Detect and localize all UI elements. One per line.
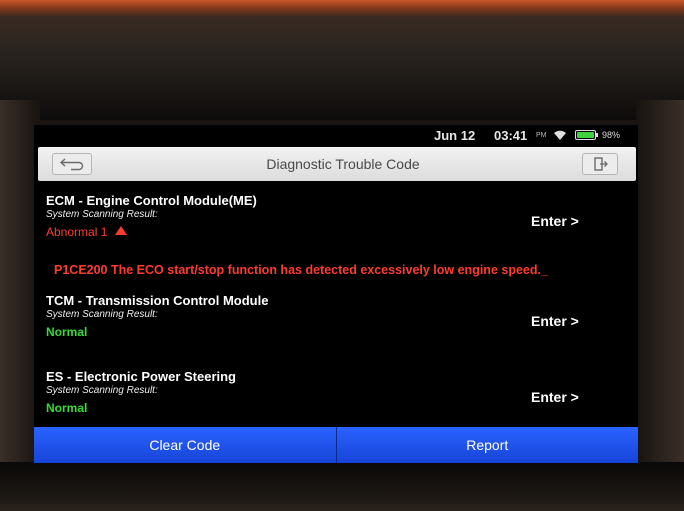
module-name: ECM - Engine Control Module(ME) (46, 193, 257, 208)
enter-button-ecm[interactable]: Enter > (531, 213, 579, 229)
warning-triangle-icon (115, 226, 128, 235)
wifi-icon (554, 130, 566, 140)
module-ecm: ECM - Engine Control Module(ME) System S… (46, 193, 636, 239)
battery-percent: 98% (602, 130, 621, 140)
status-ampm: PM (536, 132, 547, 139)
module-name: ES - Electronic Power Steering (46, 369, 236, 384)
module-tcm: TCM - Transmission Control Module System… (46, 293, 636, 339)
device-frame-top (0, 0, 684, 120)
tablet-screen: Jun 12 03:41 PM 98% Diagnostic Trouble C… (34, 125, 638, 463)
module-status-text: Abnormal 1 (46, 225, 108, 239)
device-frame-right (636, 100, 684, 511)
page-title: Diagnostic Trouble Code (266, 156, 420, 172)
back-icon (59, 158, 84, 171)
enter-button-es[interactable]: Enter > (531, 389, 579, 405)
title-bar: Diagnostic Trouble Code (38, 147, 636, 181)
module-es: ES - Electronic Power Steering System Sc… (46, 369, 636, 415)
status-time: 03:41 (494, 128, 528, 143)
action-bar: Clear Code Report (34, 427, 638, 463)
battery-icon (575, 130, 598, 140)
report-button[interactable]: Report (335, 427, 638, 463)
exit-button[interactable] (582, 153, 618, 175)
battery-fill (577, 132, 594, 138)
status-date: Jun 12 (434, 128, 476, 143)
dtc-description: P1CE200 The ECO start/stop function has … (54, 263, 548, 277)
exit-icon (594, 157, 608, 171)
clear-code-button[interactable]: Clear Code (34, 427, 336, 463)
device-frame-bottom (0, 462, 684, 511)
status-bar: Jun 12 03:41 PM 98% (34, 125, 638, 145)
enter-button-tcm[interactable]: Enter > (531, 313, 579, 329)
back-button[interactable] (52, 153, 92, 175)
module-name: TCM - Transmission Control Module (46, 293, 269, 308)
